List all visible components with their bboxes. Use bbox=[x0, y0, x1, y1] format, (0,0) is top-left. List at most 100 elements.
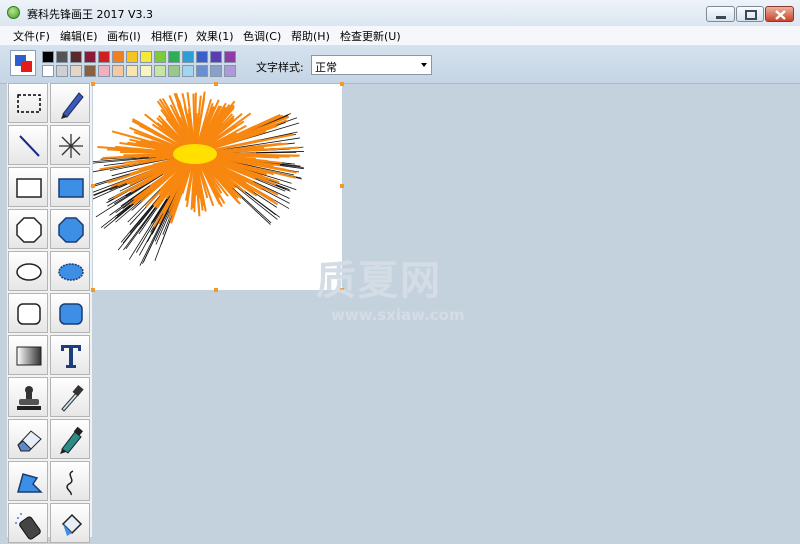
rectangle-tool[interactable] bbox=[8, 167, 48, 207]
gradient-tool[interactable] bbox=[8, 335, 48, 375]
palette-swatch[interactable] bbox=[98, 51, 110, 63]
menu-help[interactable]: 帮助(H) bbox=[291, 28, 330, 44]
menu-bar: 文件(F) 编辑(E) 画布(I) 相框(F) 效果(1) 色调(C) 帮助(H… bbox=[0, 26, 800, 46]
spray-lines-tool[interactable] bbox=[50, 125, 90, 165]
filled-rectangle-icon bbox=[51, 168, 91, 208]
eraser-tool[interactable] bbox=[8, 419, 48, 459]
palette-swatch[interactable] bbox=[84, 65, 96, 77]
maximize-button[interactable] bbox=[736, 6, 764, 22]
text-style-label: 文字样式: bbox=[256, 59, 304, 75]
filled-octagon-icon bbox=[51, 210, 91, 250]
octagon-icon bbox=[9, 210, 49, 250]
background-color-swatch[interactable] bbox=[21, 61, 32, 72]
palette-swatch[interactable] bbox=[70, 51, 82, 63]
eyedropper-icon bbox=[51, 378, 91, 418]
palette-swatch[interactable] bbox=[42, 51, 54, 63]
palette-swatch[interactable] bbox=[56, 65, 68, 77]
palette-swatch[interactable] bbox=[168, 51, 180, 63]
palette-swatch[interactable] bbox=[154, 65, 166, 77]
filled-ellipse-icon bbox=[51, 252, 91, 292]
menu-frame[interactable]: 相框(F) bbox=[151, 28, 188, 44]
resize-handle[interactable] bbox=[91, 184, 95, 188]
close-button[interactable] bbox=[765, 6, 794, 22]
resize-handle[interactable] bbox=[214, 82, 218, 86]
restore-icon bbox=[737, 7, 765, 23]
fill-bucket-icon bbox=[51, 504, 91, 544]
octagon-tool[interactable] bbox=[8, 209, 48, 249]
menu-file[interactable]: 文件(F) bbox=[13, 28, 50, 44]
palette-swatch[interactable] bbox=[140, 65, 152, 77]
palette-swatch[interactable] bbox=[224, 51, 236, 63]
palette-swatch[interactable] bbox=[210, 51, 222, 63]
polygon-tool[interactable] bbox=[8, 461, 48, 501]
palette-swatch[interactable] bbox=[140, 51, 152, 63]
menu-effects[interactable]: 效果(1) bbox=[196, 28, 234, 44]
filled-rounded-rect-tool[interactable] bbox=[50, 293, 90, 333]
palette-swatch[interactable] bbox=[168, 65, 180, 77]
palette-swatch[interactable] bbox=[196, 65, 208, 77]
line-icon bbox=[9, 126, 49, 166]
filled-rectangle-tool[interactable] bbox=[50, 167, 90, 207]
resize-handle[interactable] bbox=[91, 82, 95, 86]
close-icon bbox=[766, 7, 795, 23]
filled-ellipse-tool[interactable] bbox=[50, 251, 90, 291]
window-title: 赛科先锋画王 2017 V3.3 bbox=[27, 6, 153, 22]
curve-icon bbox=[51, 462, 91, 502]
curve-tool[interactable] bbox=[50, 461, 90, 501]
pen-tool[interactable] bbox=[50, 83, 90, 123]
marker-icon bbox=[51, 420, 91, 460]
rounded-rect-tool[interactable] bbox=[8, 293, 48, 333]
dashed-rect-icon bbox=[9, 84, 49, 124]
palette-swatch[interactable] bbox=[182, 51, 194, 63]
palette-swatch[interactable] bbox=[182, 65, 194, 77]
menu-canvas[interactable]: 画布(I) bbox=[107, 28, 141, 44]
minimize-button[interactable] bbox=[706, 6, 735, 22]
ellipse-tool[interactable] bbox=[8, 251, 48, 291]
palette-swatch[interactable] bbox=[56, 51, 68, 63]
palette-swatch[interactable] bbox=[196, 51, 208, 63]
palette-swatch[interactable] bbox=[42, 65, 54, 77]
yellow-ellipse bbox=[173, 144, 217, 164]
fill-bucket-tool[interactable] bbox=[50, 503, 90, 543]
sunburst-drawing bbox=[93, 92, 304, 266]
pen-icon bbox=[51, 84, 91, 124]
resize-handle[interactable] bbox=[214, 288, 218, 292]
palette-swatch[interactable] bbox=[112, 65, 124, 77]
palette-swatch[interactable] bbox=[224, 65, 236, 77]
line-tool[interactable] bbox=[8, 125, 48, 165]
text-style-select[interactable]: 正常 bbox=[311, 55, 432, 75]
filled-rounded-rect-icon bbox=[51, 294, 91, 334]
resize-handle[interactable] bbox=[340, 82, 344, 86]
menu-check-update[interactable]: 检查更新(U) bbox=[340, 28, 401, 44]
current-colors[interactable] bbox=[10, 50, 36, 76]
palette-swatch[interactable] bbox=[70, 65, 82, 77]
spray-can-tool[interactable] bbox=[8, 503, 48, 543]
app-icon bbox=[7, 6, 20, 19]
palette-swatch[interactable] bbox=[126, 51, 138, 63]
palette-swatch[interactable] bbox=[84, 51, 96, 63]
palette-swatch[interactable] bbox=[98, 65, 110, 77]
minimize-icon bbox=[707, 7, 736, 23]
resize-handle[interactable] bbox=[340, 184, 344, 188]
eyedropper-tool[interactable] bbox=[50, 377, 90, 417]
polygon-icon bbox=[9, 462, 49, 502]
eraser-icon bbox=[9, 420, 49, 460]
gradient-icon bbox=[9, 336, 49, 376]
palette-swatch[interactable] bbox=[154, 51, 166, 63]
stamp-icon bbox=[9, 378, 49, 418]
watermark-text: 质夏网 bbox=[316, 248, 442, 306]
text-t-icon bbox=[51, 336, 91, 376]
title-bar: 赛科先锋画王 2017 V3.3 bbox=[0, 0, 800, 26]
palette-swatch[interactable] bbox=[112, 51, 124, 63]
palette-swatch[interactable] bbox=[210, 65, 222, 77]
menu-tone[interactable]: 色调(C) bbox=[243, 28, 281, 44]
rect-select-tool[interactable] bbox=[8, 83, 48, 123]
marker-tool[interactable] bbox=[50, 419, 90, 459]
menu-edit[interactable]: 编辑(E) bbox=[60, 28, 98, 44]
stamp-tool[interactable] bbox=[8, 377, 48, 417]
filled-octagon-tool[interactable] bbox=[50, 209, 90, 249]
palette-swatch[interactable] bbox=[126, 65, 138, 77]
drawing-canvas[interactable] bbox=[93, 84, 342, 290]
text-tool[interactable] bbox=[50, 335, 90, 375]
resize-handle[interactable] bbox=[91, 288, 95, 292]
